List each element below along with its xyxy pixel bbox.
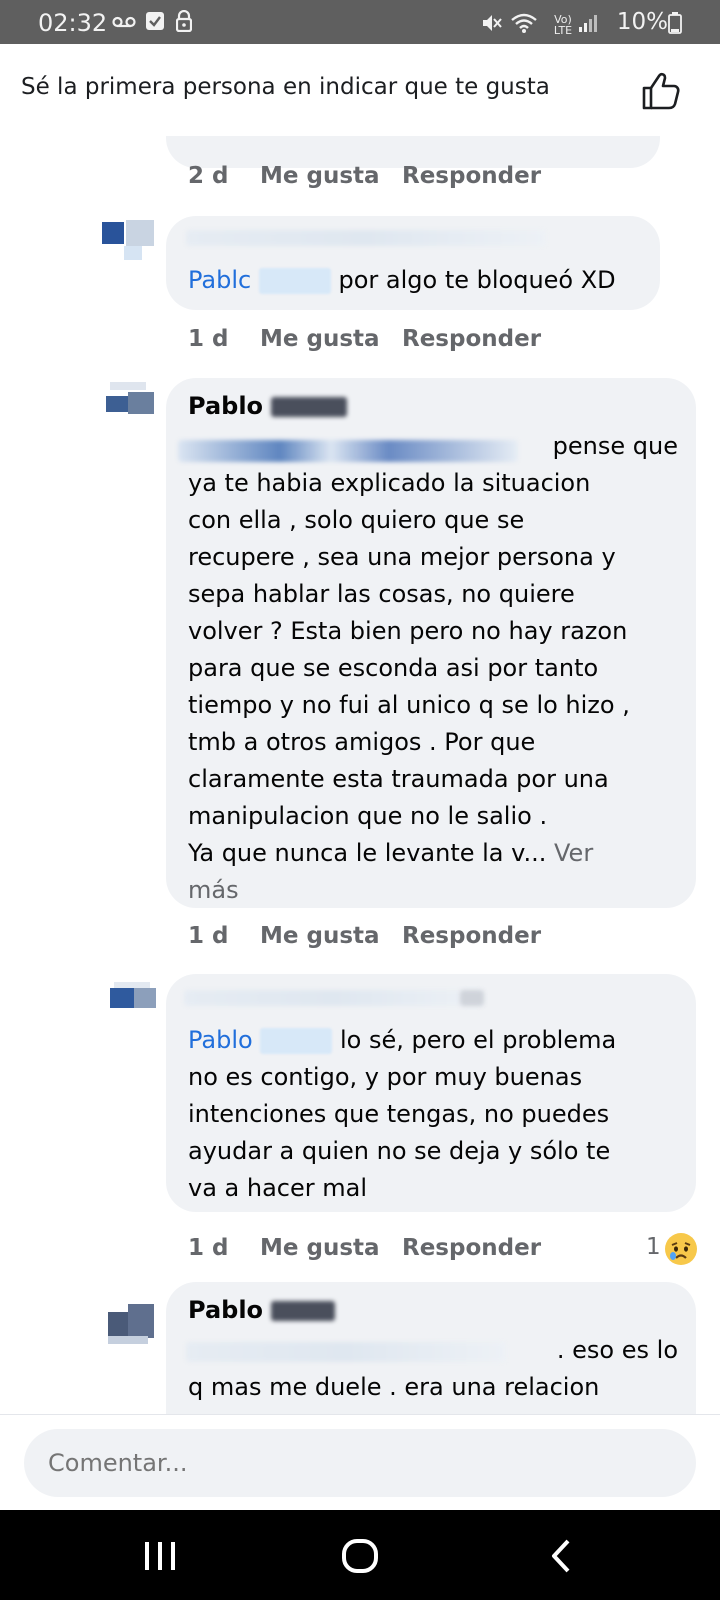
redacted-surname — [260, 1028, 333, 1054]
comment-timestamp: 1 d — [188, 1235, 229, 1261]
comment-bubble: Pablc por algo te bloqueó XD — [166, 216, 660, 310]
comment-bubble: Pablo . eso es lo q mas me duele . era u… — [166, 1282, 696, 1414]
network-type: Vo) LTE — [553, 13, 573, 37]
redacted-surname — [258, 268, 331, 294]
comment-text: . eso es lo q mas me duele . era una rel… — [188, 1336, 678, 1401]
thumbs-up-icon[interactable] — [640, 70, 682, 112]
voicemail-icon — [112, 16, 136, 28]
reply-button[interactable]: Responder — [402, 1235, 541, 1261]
home-icon[interactable] — [300, 1510, 420, 1600]
like-button[interactable]: Me gusta — [260, 163, 380, 189]
avatar[interactable] — [106, 382, 162, 426]
reaction-summary[interactable]: 1 — [646, 1230, 706, 1270]
system-navigation-bar — [0, 1510, 720, 1600]
reply-button[interactable]: Responder — [402, 326, 541, 352]
like-button[interactable]: Me gusta — [260, 326, 380, 352]
avatar[interactable] — [100, 216, 156, 260]
signal-icon — [579, 15, 597, 32]
comment-author[interactable]: Pablo — [188, 1296, 336, 1324]
comment-text: Pablo lo sé, pero el problema no es cont… — [188, 1026, 617, 1202]
avatar[interactable] — [108, 982, 164, 1026]
comment-text: Pablc por algo te bloqueó XD — [188, 266, 616, 294]
redacted-surname — [271, 397, 348, 417]
reactions-header: Sé la primera persona en indicar que te … — [0, 44, 720, 136]
like-button[interactable]: Me gusta — [260, 1235, 380, 1261]
battery-percent: 10% — [616, 9, 668, 35]
redacted-surname — [271, 1301, 336, 1321]
recent-apps-icon[interactable] — [100, 1510, 220, 1600]
checkbox-icon — [146, 12, 164, 30]
comment-author[interactable]: Pablo — [188, 392, 348, 420]
mute-icon — [483, 15, 502, 31]
avatar[interactable] — [104, 1302, 160, 1346]
status-bar: 02:32 Vo) LTE 10% — [0, 0, 720, 44]
wifi-icon — [511, 13, 537, 33]
comment-bubble: Pablo lo sé, pero el problema no es cont… — [166, 974, 696, 1212]
no-likes-text: Sé la primera persona en indicar que te … — [21, 74, 550, 100]
like-button[interactable]: Me gusta — [260, 923, 380, 949]
mention-link[interactable]: Pablc — [188, 266, 251, 294]
back-icon[interactable] — [500, 1510, 620, 1600]
mention-link[interactable]: Pablo — [188, 1026, 253, 1054]
reply-button[interactable]: Responder — [402, 163, 541, 189]
lock-icon — [176, 10, 192, 32]
comment-input[interactable] — [24, 1429, 696, 1497]
reply-button[interactable]: Responder — [402, 923, 541, 949]
comment-timestamp: 1 d — [188, 326, 229, 352]
comment-composer — [0, 1414, 720, 1510]
redacted-name — [184, 990, 484, 1006]
sad-face-icon — [665, 1233, 697, 1265]
reaction-count: 1 — [646, 1234, 661, 1260]
comment-timestamp: 1 d — [188, 923, 229, 949]
redacted-name — [186, 230, 546, 246]
comment-bubble: Pablo pense que ya te habia explicado la… — [166, 378, 696, 908]
clock: 02:32 — [38, 9, 108, 37]
comments-feed[interactable]: 2 d Me gusta Responder Pablc por algo te… — [0, 136, 720, 1414]
comment-text: pense que ya te habia explicado la situa… — [188, 432, 678, 904]
redacted-name — [460, 990, 484, 1006]
comment-timestamp: 2 d — [188, 163, 229, 189]
battery-icon — [668, 12, 682, 34]
